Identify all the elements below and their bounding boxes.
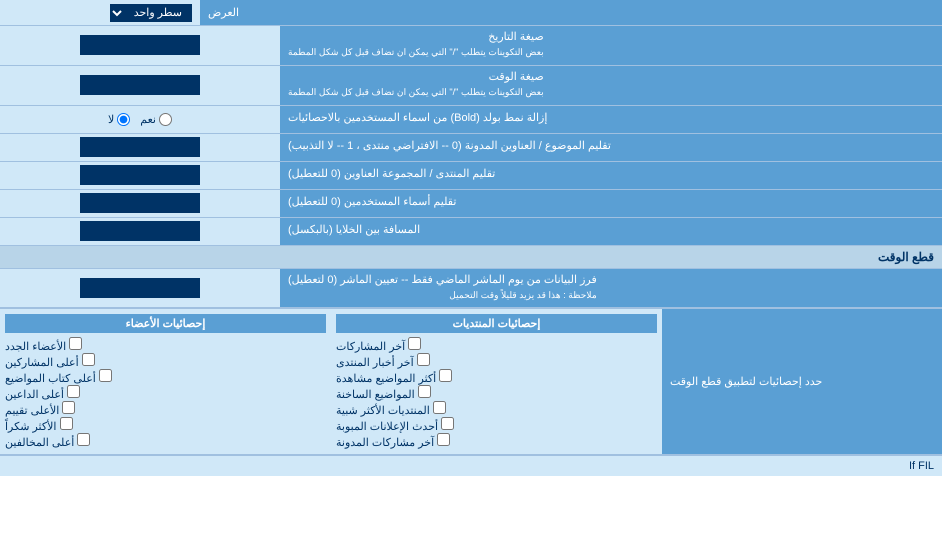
- time-format-row: صيغة الوقتبعض التكوينات يتطلب "/" التي ي…: [0, 66, 942, 106]
- checkbox-item: آخر أخبار المنتدى: [336, 353, 657, 369]
- bold-yes-label[interactable]: نعم: [140, 113, 172, 126]
- topic-subject-input[interactable]: 33: [80, 137, 200, 157]
- checkbox-item: أعلى كتاب المواضيع: [5, 369, 326, 385]
- display-row: العرض سطر واحد سطرين ثلاثة أسطر: [0, 0, 942, 26]
- checkbox-new-members[interactable]: [69, 337, 82, 350]
- bold-removal-label: إزالة نمط بولد (Bold) من اسماء المستخدمي…: [280, 106, 942, 133]
- checkbox-item: أعلى الداعين: [5, 385, 326, 401]
- username-trim-input[interactable]: 0: [80, 193, 200, 213]
- date-format-input[interactable]: d-m: [80, 35, 200, 55]
- cut-time-header: قطع الوقت: [0, 246, 942, 269]
- checkbox-item: الأكثر شكراً: [5, 417, 326, 433]
- bold-no-radio[interactable]: [117, 113, 130, 126]
- display-label: العرض: [200, 0, 942, 25]
- topic-subject-row: تقليم الموضوع / العناوين المدونة (0 -- ا…: [0, 134, 942, 162]
- checkbox-item: أعلى المشاركين: [5, 353, 326, 369]
- checkbox-hot-topics[interactable]: [418, 385, 431, 398]
- cell-spacing-label: المسافة بين الخلايا (بالبكسل): [280, 218, 942, 245]
- checkbox-item: المواضيع الساخنة: [336, 385, 657, 401]
- username-trim-input-cell: 0: [0, 190, 280, 217]
- checkbox-last-posts[interactable]: [408, 337, 421, 350]
- members-stats-col: إحصائيات الأعضاء الأعضاء الجدد أعلى المش…: [0, 309, 331, 454]
- forum-title-input[interactable]: 33: [80, 165, 200, 185]
- checkboxes-container: حدد إحصائيات لتطبيق قطع الوقت إحصائيات ا…: [0, 309, 942, 455]
- cell-spacing-input[interactable]: 2: [80, 221, 200, 241]
- members-stats-header: إحصائيات الأعضاء: [5, 314, 326, 333]
- time-format-input-cell: H:i: [0, 66, 280, 105]
- checkbox-top-inviters[interactable]: [67, 385, 80, 398]
- checkbox-item: الأعلى تقييم: [5, 401, 326, 417]
- topic-subject-input-cell: 33: [0, 134, 280, 161]
- main-container: العرض سطر واحد سطرين ثلاثة أسطر صيغة الت…: [0, 0, 942, 476]
- forum-stats-header: إحصائيات المنتديات: [336, 314, 657, 333]
- cut-time-input-cell: 0: [0, 269, 280, 308]
- checkbox-similar-forums[interactable]: [433, 401, 446, 414]
- time-format-label: صيغة الوقتبعض التكوينات يتطلب "/" التي ي…: [280, 66, 942, 105]
- checkbox-item: أكثر المواضيع مشاهدة: [336, 369, 657, 385]
- checkbox-top-topic-writers[interactable]: [99, 369, 112, 382]
- bold-removal-options: نعم لا: [0, 106, 280, 133]
- checkbox-item: أعلى المخالفين: [5, 433, 326, 449]
- checkbox-item: أحدث الإعلانات المبوبة: [336, 417, 657, 433]
- username-trim-row: تقليم أسماء المستخدمين (0 للتعطيل) 0: [0, 190, 942, 218]
- cut-time-section: قطع الوقت فرز البيانات من يوم الماشر الم…: [0, 246, 942, 310]
- checkbox-most-viewed[interactable]: [439, 369, 452, 382]
- checkbox-classified-ads[interactable]: [441, 417, 454, 430]
- cut-time-label: فرز البيانات من يوم الماشر الماضي فقط --…: [280, 269, 942, 308]
- forum-stats-col: إحصائيات المنتديات آخر المشاركات آخر أخب…: [331, 309, 662, 454]
- display-input-cell: سطر واحد سطرين ثلاثة أسطر: [0, 0, 200, 25]
- bold-no-label[interactable]: لا: [108, 113, 130, 126]
- forum-title-label: تقليم المنتدى / المجموعة العناوين (0 للت…: [280, 162, 942, 189]
- forum-title-input-cell: 33: [0, 162, 280, 189]
- bold-removal-row: إزالة نمط بولد (Bold) من اسماء المستخدمي…: [0, 106, 942, 134]
- checkbox-most-thankful[interactable]: [60, 417, 73, 430]
- cut-time-row: فرز البيانات من يوم الماشر الماضي فقط --…: [0, 269, 942, 309]
- checkbox-top-posters[interactable]: [82, 353, 95, 366]
- checkbox-top-violators[interactable]: [77, 433, 90, 446]
- date-format-row: صيغة التاريخبعض التكوينات يتطلب "/" التي…: [0, 26, 942, 66]
- limit-label: حدد إحصائيات لتطبيق قطع الوقت: [662, 309, 942, 454]
- bold-yes-radio[interactable]: [159, 113, 172, 126]
- username-trim-label: تقليم أسماء المستخدمين (0 للتعطيل): [280, 190, 942, 217]
- checkbox-forum-news[interactable]: [417, 353, 430, 366]
- checkbox-top-rated[interactable]: [62, 401, 75, 414]
- cell-spacing-input-cell: 2: [0, 218, 280, 245]
- display-select[interactable]: سطر واحد سطرين ثلاثة أسطر: [110, 4, 192, 22]
- cut-time-input[interactable]: 0: [80, 278, 200, 298]
- checkbox-item: الأعضاء الجدد: [5, 337, 326, 353]
- forum-title-row: تقليم المنتدى / المجموعة العناوين (0 للت…: [0, 162, 942, 190]
- date-format-input-cell: d-m: [0, 26, 280, 65]
- topic-subject-label: تقليم الموضوع / العناوين المدونة (0 -- ا…: [280, 134, 942, 161]
- checkbox-item: آخر المشاركات: [336, 337, 657, 353]
- date-format-label: صيغة التاريخبعض التكوينات يتطلب "/" التي…: [280, 26, 942, 65]
- time-format-input[interactable]: H:i: [80, 75, 200, 95]
- checkbox-item: المنتديات الأكثر شبية: [336, 401, 657, 417]
- cell-spacing-row: المسافة بين الخلايا (بالبكسل) 2: [0, 218, 942, 246]
- checkbox-blog-posts[interactable]: [437, 433, 450, 446]
- bottom-text: If FIL: [0, 455, 942, 476]
- checkbox-item: آخر مشاركات المدونة: [336, 433, 657, 449]
